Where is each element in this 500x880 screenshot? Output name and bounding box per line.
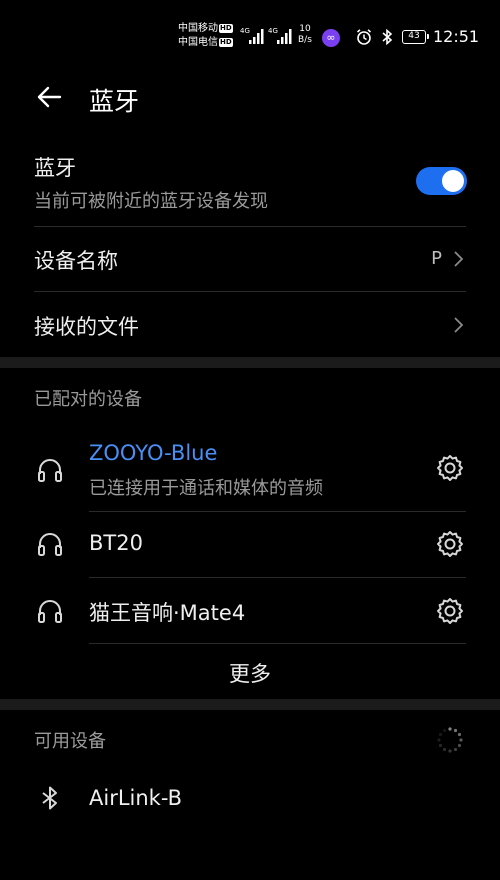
signal-icon: 4G [268, 27, 292, 44]
device-name: BT20 [89, 531, 143, 555]
available-device-row[interactable]: AirLink-B [0, 768, 500, 832]
signal-type-label: 4G [240, 27, 250, 35]
switch-knob [442, 170, 464, 192]
device-status: 已连接用于通话和媒体的音频 [89, 478, 323, 499]
hd-badge: HD [219, 24, 233, 33]
paired-device-row[interactable]: ZOOYO-Blue 已连接用于通话和媒体的音频 [0, 430, 500, 510]
headset-icon [38, 600, 62, 623]
bluetooth-icon [42, 786, 57, 810]
hd-badge: HD [219, 38, 233, 47]
clock: 12:51 [433, 27, 480, 46]
received-files-label: 接收的文件 [34, 315, 139, 339]
bluetooth-label: 蓝牙 [34, 156, 76, 180]
gear-icon[interactable] [435, 453, 465, 483]
available-devices-header: 可用设备 [34, 731, 106, 752]
device-name-row[interactable]: 设备名称 P [0, 227, 500, 291]
bluetooth-status-icon [382, 28, 393, 46]
carrier-1: 中国移动 [178, 23, 218, 34]
battery-indicator: 43 [402, 30, 429, 44]
section-separator [0, 699, 500, 710]
back-arrow-icon[interactable] [34, 82, 64, 112]
received-files-row[interactable]: 接收的文件 [0, 292, 500, 356]
discoverable-status: 当前可被附近的蓝牙设备发现 [34, 191, 268, 212]
signal-type-label: 4G [268, 27, 278, 35]
signal-icon: 4G [240, 27, 264, 44]
headset-icon [38, 533, 62, 556]
bluetooth-switch[interactable] [416, 167, 467, 195]
device-name-label: 设备名称 [34, 249, 118, 273]
chevron-right-icon [454, 251, 464, 267]
network-speed: 10 B/s [298, 24, 312, 45]
gear-icon[interactable] [435, 596, 465, 626]
section-separator [0, 357, 500, 368]
chevron-right-icon [454, 317, 464, 333]
status-bar: 中国移动 HD 中国电信 HD 4G 4G 10 B/s ∞ 43 12:51 [0, 0, 500, 62]
paired-devices-header: 已配对的设备 [34, 389, 142, 410]
divider [89, 643, 466, 644]
paired-device-row[interactable]: BT20 [0, 512, 500, 576]
app-notification-icon: ∞ [322, 29, 340, 47]
carrier-2: 中国电信 [178, 37, 218, 48]
alarm-icon [356, 29, 372, 45]
device-name-value: P [431, 248, 442, 269]
headset-icon [38, 459, 62, 482]
device-name: ZOOYO-Blue [89, 441, 218, 465]
device-name: 猫王音响·Mate4 [89, 601, 246, 625]
gear-icon[interactable] [435, 529, 465, 559]
carrier-info: 中国移动 HD 中国电信 HD [178, 22, 233, 50]
more-devices-button[interactable]: 更多 [0, 658, 500, 688]
loading-spinner-icon [437, 727, 463, 753]
page-title: 蓝牙 [89, 87, 140, 116]
paired-device-row[interactable]: 猫王音响·Mate4 [0, 578, 500, 642]
device-name: AirLink-B [89, 786, 183, 810]
